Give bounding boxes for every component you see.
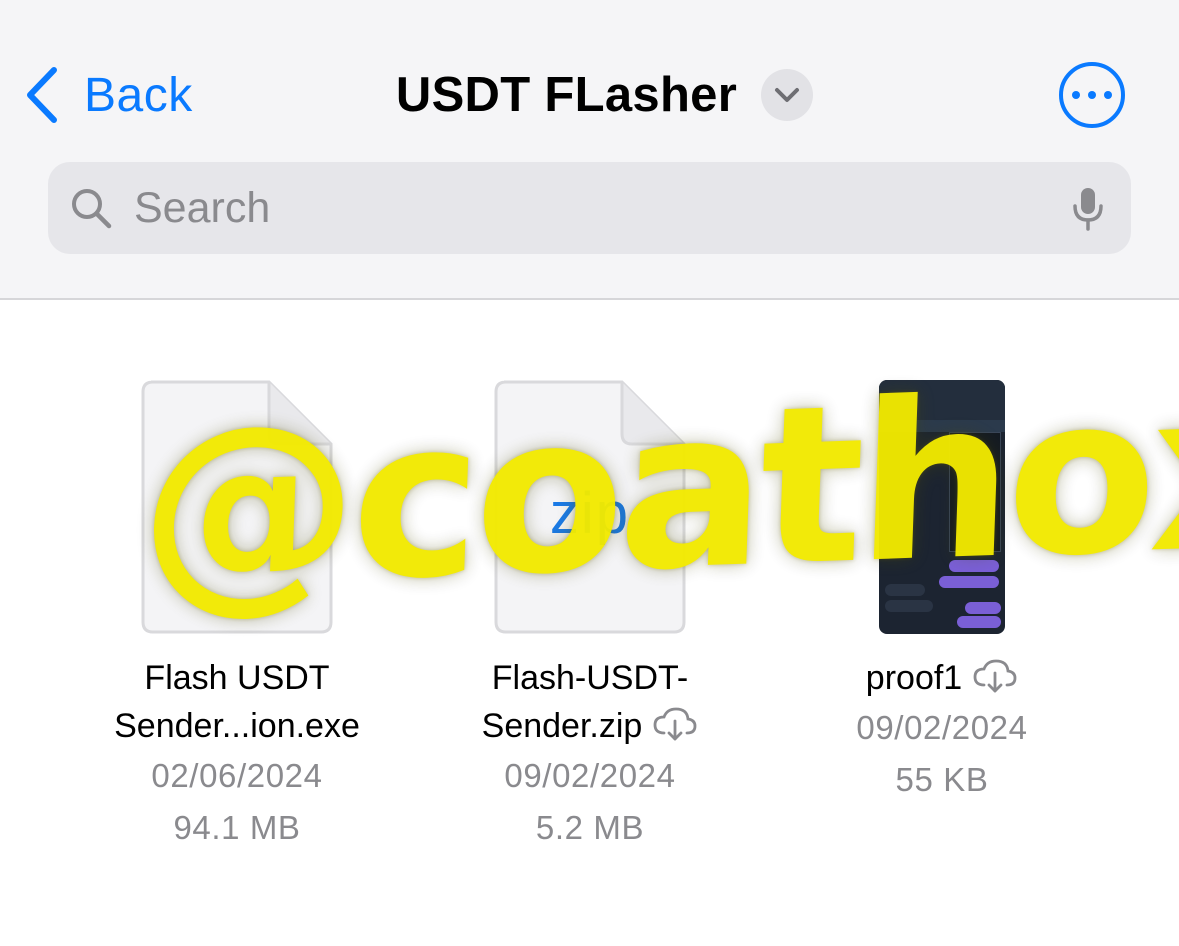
zip-label: zip: [549, 481, 631, 546]
back-button[interactable]: Back: [24, 60, 193, 130]
file-size: 5.2 MB: [535, 809, 645, 846]
cloud-download-icon[interactable]: [972, 659, 1018, 693]
chevron-down-icon: [775, 88, 800, 102]
cloud-download-icon[interactable]: [652, 707, 698, 741]
screenshot-thumbnail: [879, 380, 1005, 634]
document-icon: [141, 380, 333, 634]
thumbnail-chat-bar: [879, 420, 1005, 432]
file-date: 09/02/2024: [856, 709, 1028, 746]
file-name: Flash-USDT- Sender.zip: [420, 654, 760, 750]
zip-document-icon: zip: [494, 380, 686, 634]
ellipsis-dot: [1088, 91, 1096, 99]
microphone-icon[interactable]: [1071, 186, 1105, 232]
search-bar[interactable]: [48, 162, 1131, 254]
back-label: Back: [84, 68, 193, 122]
thumbnail-chat-header: [879, 380, 1005, 420]
page-title: USDT FLasher: [395, 68, 738, 122]
title-dropdown-button[interactable]: [761, 69, 814, 121]
ellipsis-dot: [1104, 91, 1112, 99]
thumbnail-chat-bubble: [939, 576, 999, 588]
folder-title-menu[interactable]: USDT FLasher: [395, 67, 814, 123]
file-size: 55 KB: [895, 761, 989, 798]
file-name: proof1: [772, 654, 1112, 702]
chevron-left-icon: [27, 67, 57, 123]
file-item-zip[interactable]: zip Flash-USDT- Sender.zip 09/02/2024 5.…: [420, 380, 760, 854]
more-options-button[interactable]: [1059, 62, 1125, 128]
navigation-header: Back USDT FLasher: [0, 0, 1179, 300]
search-icon: [72, 189, 112, 229]
search-input[interactable]: [134, 178, 1014, 238]
thumbnail-chat-bubble: [885, 600, 933, 612]
file-size: 94.1 MB: [173, 809, 301, 846]
file-date: 09/02/2024: [504, 757, 676, 794]
thumbnail-chat-bubble: [949, 560, 999, 572]
thumbnail-chat-bubble: [965, 602, 1001, 614]
thumbnail-chat-card: [949, 432, 1001, 552]
files-screen: Back USDT FLasher Search Flash USDT Send…: [0, 0, 1179, 946]
ellipsis-dot: [1072, 91, 1080, 99]
thumbnail-chat-bubble: [885, 584, 925, 596]
file-name: Flash USDT Sender...ion.exe: [114, 659, 360, 745]
file-item-image[interactable]: proof1 09/02/2024 55 KB: [772, 380, 1112, 806]
file-date: 02/06/2024: [151, 757, 323, 794]
thumbnail-chat-bubble: [957, 616, 1001, 628]
file-item-exe[interactable]: Flash USDT Sender...ion.exe 02/06/2024 9…: [67, 380, 407, 854]
